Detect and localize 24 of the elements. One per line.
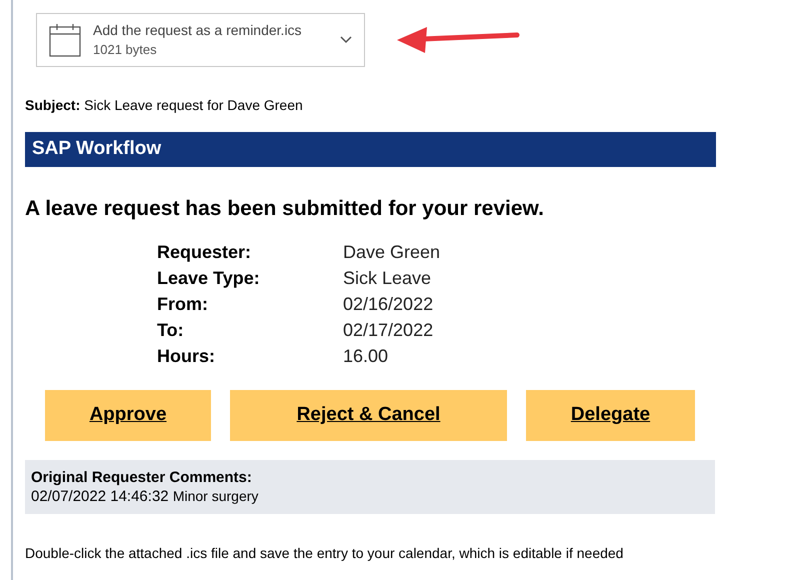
calendar-icon xyxy=(49,23,81,57)
attachment-card[interactable]: Add the request as a reminder.ics 1021 bytes xyxy=(36,13,365,67)
detail-value: 16.00 xyxy=(343,344,390,368)
detail-value: 02/17/2022 xyxy=(343,318,434,342)
subject-line: Subject: Sick Leave request for Dave Green xyxy=(25,96,304,115)
detail-label: From: xyxy=(157,292,209,316)
detail-label: Requester: xyxy=(157,240,252,264)
comment-text: 02/07/2022 14:46:32 Minor surgery xyxy=(31,486,260,506)
attachment-name: Add the request as a reminder.ics xyxy=(93,21,303,40)
detail-value: 02/16/2022 xyxy=(343,292,434,316)
attachment-size: 1021 bytes xyxy=(93,41,158,59)
chevron-down-icon[interactable] xyxy=(340,36,352,44)
comments-title: Original Requester Comments: xyxy=(31,468,253,486)
detail-label: To: xyxy=(157,318,185,342)
action-button[interactable]: Approve xyxy=(45,390,211,440)
detail-label: Leave Type: xyxy=(157,266,261,290)
banner-title: SAP Workflow xyxy=(32,137,162,162)
detail-value: Dave Green xyxy=(343,240,442,264)
footer-note: Double-click the attached .ics file and save the entry to your calendar, which is editable if needed xyxy=(25,544,624,563)
heading: A leave request has been submitted for your review. xyxy=(25,196,545,222)
action-button[interactable]: Delegate xyxy=(526,390,695,440)
detail-value: Sick Leave xyxy=(343,266,432,290)
action-button[interactable]: Reject & Cancel xyxy=(230,390,507,440)
detail-label: Hours: xyxy=(157,344,216,368)
